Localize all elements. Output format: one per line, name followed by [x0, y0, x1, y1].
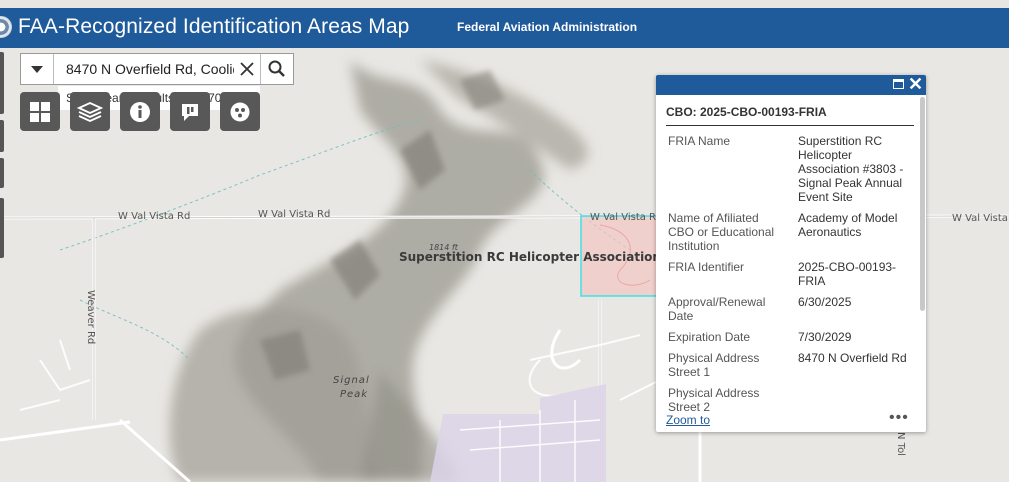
faa-logo: [0, 16, 12, 38]
popup-title: CBO: 2025-CBO-00193-FRIA: [666, 105, 827, 119]
agency-subtitle: Federal Aviation Administration: [457, 20, 638, 34]
attr-key-affiliated-cbo: Name of Afiliated CBO or Educational Ins…: [668, 211, 775, 253]
search-input[interactable]: [54, 54, 234, 84]
attr-value-expiration-date: 7/30/2029: [798, 330, 852, 344]
zoom-to-link[interactable]: Zoom to: [666, 413, 710, 427]
about-icon: [130, 101, 150, 122]
attr-key-fria-name: FRIA Name: [668, 134, 731, 148]
left-panel-tab-4[interactable]: [0, 198, 4, 258]
road-label-val-vista-4: W Val Vista: [952, 213, 1008, 224]
search-button[interactable]: [260, 54, 293, 84]
close-popup-button[interactable]: ✕: [908, 75, 923, 95]
left-panel-tab-1[interactable]: [0, 52, 4, 114]
road-label-val-vista-1: W Val Vista Rd: [118, 211, 190, 222]
basemap-gallery-button[interactable]: [20, 92, 60, 131]
close-icon: [240, 62, 254, 76]
app-title: FAA-Recognized Identification Areas Map: [18, 15, 410, 38]
measure-icon: [230, 102, 250, 121]
legend-button[interactable]: [170, 92, 210, 131]
popup-divider: [666, 125, 914, 126]
road-label-weaver: Weaver Rd: [85, 290, 96, 344]
attr-key-street-1: Physical Address Street 1: [668, 351, 760, 379]
popup-titlebar: ✕: [656, 75, 926, 95]
basemap-gallery-icon: [30, 101, 50, 122]
attr-value-street-1: 8470 N Overfield Rd: [798, 351, 907, 365]
clear-search-button[interactable]: [234, 54, 260, 84]
road-label-val-vista-3: W Val Vista Rd: [590, 212, 662, 223]
left-panel-tab-3[interactable]: [0, 158, 4, 188]
search-widget: [20, 53, 294, 85]
app-header: FAA-Recognized Identification Areas Map …: [0, 8, 1009, 48]
road-label-val-vista-2: W Val Vista Rd: [258, 209, 330, 220]
attr-key-fria-identifier: FRIA Identifier: [668, 260, 745, 274]
attr-value-affiliated-cbo: Academy of Model Aeronautics: [798, 211, 898, 239]
more-actions-button[interactable]: •••: [889, 409, 909, 427]
terrain-label-signal: Signal: [333, 375, 370, 386]
attr-key-street-2: Physical Address Street 2: [668, 386, 760, 414]
measure-button[interactable]: [220, 92, 260, 131]
layer-list-button[interactable]: [70, 92, 110, 131]
attr-key-approval-date: Approval/Renewal Date: [668, 295, 766, 323]
feature-popup: ✕ CBO: 2025-CBO-00193-FRIA FRIA Name Sup…: [656, 75, 926, 432]
attr-value-approval-date: 6/30/2025: [798, 295, 852, 309]
legend-icon: [182, 103, 198, 121]
layer-list-icon: [77, 101, 103, 122]
attr-value-fria-identifier: 2025-CBO-00193-FRIA: [798, 260, 897, 288]
about-button[interactable]: [120, 92, 160, 131]
road-label-n-tol: N Tol: [895, 432, 906, 456]
maximize-icon[interactable]: [893, 79, 904, 89]
attr-value-fria-name: Superstition RC Helicopter Association #…: [798, 134, 904, 204]
attr-key-expiration-date: Expiration Date: [668, 330, 751, 344]
terrain-label-peak: Peak: [340, 389, 368, 400]
left-panel-tab-2[interactable]: [0, 120, 4, 152]
chevron-down-icon: [31, 65, 43, 73]
popup-scrollbar[interactable]: [920, 97, 925, 311]
fria-area-label: Superstition RC Helicopter Association #: [399, 250, 675, 264]
search-icon: [268, 60, 285, 77]
search-source-dropdown[interactable]: [21, 54, 54, 84]
